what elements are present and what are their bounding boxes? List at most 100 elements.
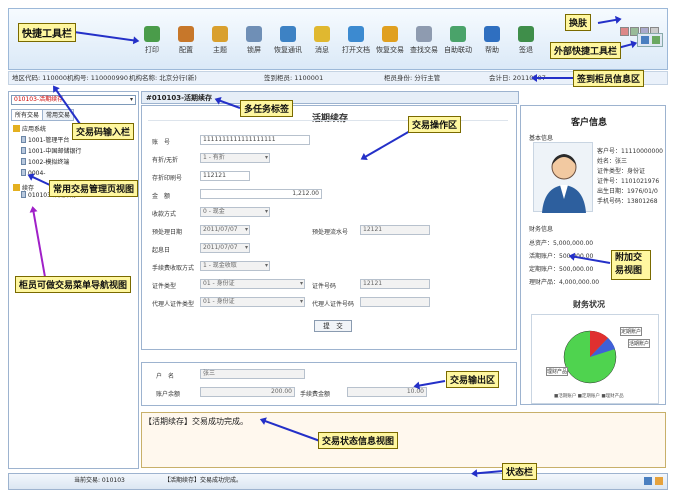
toolbar-button-label: 签退 bbox=[519, 46, 533, 54]
idtype-label: 证件类型 bbox=[152, 283, 177, 290]
annotation-quick-toolbar: 快捷工具栏 bbox=[18, 23, 76, 42]
gear-icon bbox=[178, 26, 194, 42]
tab-all-trades[interactable]: 所有交易 bbox=[11, 109, 44, 121]
annotation-status-view: 交易状态信息视图 bbox=[318, 432, 399, 449]
annotation-skin: 换肤 bbox=[565, 14, 592, 31]
current-trade-status: 当前交易: 010103 bbox=[74, 477, 125, 484]
toolbar-button-8[interactable]: 查找交易 bbox=[407, 26, 441, 55]
book-select[interactable]: 1 - 有折 bbox=[200, 153, 270, 163]
toolbar-button-1[interactable]: 配置 bbox=[169, 26, 203, 55]
tree-item-label: 1001-中国邮储银行 bbox=[28, 148, 82, 155]
toolbar-button-label: 消息 bbox=[315, 46, 329, 54]
toolbar-button-0[interactable]: 打印 bbox=[135, 26, 169, 55]
arrow-signin-info bbox=[533, 77, 573, 79]
submit-button[interactable]: 提 交 bbox=[314, 320, 352, 332]
finance-info-line: 总资产：5,000,000.00 bbox=[529, 240, 594, 247]
fee-select[interactable]: 1 - 现金收取 bbox=[200, 261, 270, 271]
restore-trade-icon bbox=[382, 26, 398, 42]
customer-info-line: 手机号码：13801268 bbox=[597, 198, 658, 205]
toolbar-button-label: 锁屏 bbox=[247, 46, 261, 54]
folder-icon bbox=[13, 125, 20, 132]
toolbar-button-10[interactable]: 帮助 bbox=[475, 26, 509, 55]
idno-label: 证件号码 bbox=[312, 283, 337, 290]
toolbar-button-4[interactable]: 恢复通讯 bbox=[271, 26, 305, 55]
start-label: 起息日 bbox=[152, 247, 171, 254]
agent-idtype-select[interactable]: 01 - 身份证 bbox=[200, 297, 305, 307]
method-select[interactable]: 0 - 现金 bbox=[200, 207, 270, 217]
tree-item[interactable]: 应用系统 bbox=[13, 125, 46, 134]
trade-form-area: 活期续存 账 号 1111111111111111111 有折/无折 1 - 有… bbox=[141, 105, 517, 350]
toolbar-button-2[interactable]: 主题 bbox=[203, 26, 237, 55]
lock-screen-icon bbox=[246, 26, 262, 42]
find-trade-icon bbox=[416, 26, 432, 42]
start-date-field[interactable]: 2011/07/07 bbox=[200, 243, 250, 253]
external-app-icon[interactable] bbox=[641, 36, 649, 44]
agent-idtype-label: 代理人证件类型 bbox=[152, 301, 195, 308]
skin-red-icon[interactable] bbox=[620, 27, 629, 36]
basic-info-heading: 基本信息 bbox=[529, 135, 554, 142]
annotation-signin-info: 签到柜员信息区 bbox=[573, 70, 645, 87]
bookno-field[interactable]: 112121 bbox=[200, 171, 250, 181]
trade-code-input[interactable]: 010103-活期续存 ▾ bbox=[11, 95, 136, 105]
toolbar-button-label: 自助联动 bbox=[444, 46, 472, 54]
skin-switcher[interactable] bbox=[618, 13, 664, 36]
tree-item[interactable]: 1001-管理平台 bbox=[21, 136, 69, 145]
external-toolbar[interactable] bbox=[637, 33, 663, 47]
pie-label-fixed: 定期账户 bbox=[620, 327, 643, 336]
toolbar-button-label: 恢复通讯 bbox=[274, 46, 302, 54]
toolbar-button-5[interactable]: 消息 bbox=[305, 26, 339, 55]
idtype-select[interactable]: 01 - 身份证 bbox=[200, 279, 305, 289]
tab-current-trade[interactable]: #010103-活期续存 bbox=[146, 93, 212, 103]
account-field[interactable]: 1111111111111111111 bbox=[200, 135, 310, 145]
serial-field[interactable]: 12121 bbox=[360, 225, 430, 235]
toolbar-button-9[interactable]: 自助联动 bbox=[441, 26, 475, 55]
external-tool-icon[interactable] bbox=[652, 36, 660, 44]
document-icon bbox=[21, 136, 26, 143]
status-bar-message: 【活期续存】交易成功完成。 bbox=[164, 477, 243, 484]
fee-amount-label: 手续费金额 bbox=[300, 391, 331, 398]
reconnect-icon bbox=[280, 26, 296, 42]
annotation-teller-nav: 柜员可做交易菜单导航视图 bbox=[15, 276, 132, 293]
annotation-multi-tab: 多任务标签 bbox=[240, 100, 294, 117]
date1-field[interactable]: 2011/07/07 bbox=[200, 225, 250, 235]
printer-icon bbox=[144, 26, 160, 42]
signin-teller: 签到柜员: 1100001 bbox=[264, 74, 324, 82]
avatar bbox=[533, 142, 593, 213]
idno-field[interactable]: 12121 bbox=[360, 279, 430, 289]
agent-idno-field[interactable] bbox=[360, 297, 430, 307]
chevron-down-icon[interactable]: ▾ bbox=[130, 96, 133, 104]
customer-title: 客户信息 bbox=[571, 118, 608, 128]
agent-idno-label: 代理人证件号码 bbox=[312, 301, 355, 308]
customer-info-line: 证件号：1101021976 bbox=[597, 178, 660, 185]
name-output: 张三 bbox=[200, 369, 305, 379]
date1-label: 预处理日期 bbox=[152, 229, 183, 236]
toolbar-button-label: 配置 bbox=[179, 46, 193, 54]
toolbar-button-7[interactable]: 恢复交易 bbox=[373, 26, 407, 55]
bookno-label: 存折印刷号 bbox=[152, 175, 183, 182]
annotation-trade-input: 交易码输入栏 bbox=[72, 123, 135, 140]
annotation-external-toolbar: 外部快捷工具栏 bbox=[550, 42, 622, 59]
document-icon bbox=[21, 191, 26, 198]
finance-status-heading: 财务状况 bbox=[573, 300, 605, 309]
toolbar-button-label: 主题 bbox=[213, 46, 227, 54]
folder-icon bbox=[13, 184, 20, 191]
theme-icon bbox=[212, 26, 228, 42]
tray-icon bbox=[655, 477, 663, 485]
document-icon bbox=[21, 147, 26, 154]
tree-item[interactable]: 1002-模拟终端 bbox=[21, 158, 69, 167]
name-label: 户 名 bbox=[156, 373, 175, 380]
sign-out-icon bbox=[518, 26, 534, 42]
method-label: 收款方式 bbox=[152, 211, 177, 218]
tree-item[interactable]: 1001-中国邮储银行 bbox=[21, 147, 81, 156]
trade-status-view: 【活期续存】交易成功完成。 bbox=[141, 412, 666, 468]
account-label: 账 号 bbox=[152, 139, 171, 146]
annotation-status-bar: 状态栏 bbox=[502, 463, 538, 480]
amount-field[interactable]: 1,212.00 bbox=[200, 189, 322, 199]
toolbar-button-label: 查找交易 bbox=[410, 46, 438, 54]
customer-info-line: 出生日期：1976/01/0 bbox=[597, 188, 658, 195]
toolbar-button-3[interactable]: 锁屏 bbox=[237, 26, 271, 55]
trade-code-value: 010103-活期续存 bbox=[14, 96, 64, 103]
amount-label: 金 额 bbox=[152, 193, 171, 200]
toolbar-button-6[interactable]: 打开文档 bbox=[339, 26, 373, 55]
toolbar-button-11[interactable]: 签退 bbox=[509, 26, 543, 55]
